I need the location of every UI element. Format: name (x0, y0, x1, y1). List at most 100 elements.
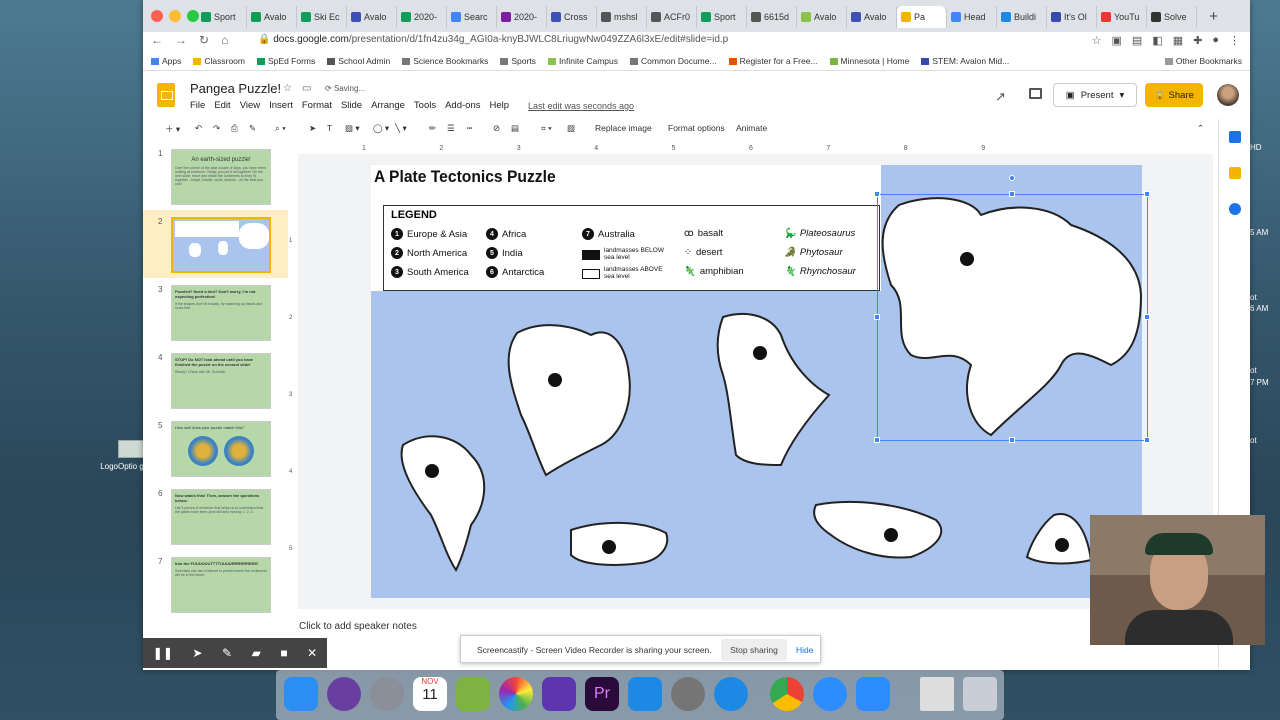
bookmark-item[interactable]: School Admin (327, 56, 390, 66)
resize-handle[interactable] (1144, 437, 1150, 443)
system-preferences-icon[interactable] (671, 677, 705, 711)
vertical-ruler[interactable]: 1 2 3 4 5 (289, 160, 297, 600)
resize-handle[interactable] (1009, 191, 1015, 197)
menu-item[interactable]: Arrange (371, 100, 405, 111)
doc-title[interactable]: Pangea Puzzle! (190, 81, 281, 96)
speaker-notes[interactable]: Click to add speaker notes (299, 621, 417, 632)
browser-tab[interactable]: Ski Ec (297, 6, 347, 28)
pen-icon[interactable]: ✎ (222, 646, 232, 660)
browser-tab[interactable]: mshsl (597, 6, 647, 28)
close-icon[interactable]: ✕ (307, 646, 317, 660)
home-icon[interactable]: ⌂ (221, 33, 228, 47)
slide-title[interactable]: A Plate Tectonics Puzzle (374, 167, 556, 187)
bookmark-item[interactable]: Register for a Free... (728, 56, 818, 66)
browser-tab[interactable]: 2020- (397, 6, 447, 28)
reload-icon[interactable]: ↻ (199, 33, 209, 47)
bookmark-item[interactable]: Infinite Campus (547, 56, 618, 66)
replace-image-button[interactable]: Replace image (595, 123, 652, 133)
border-dash-icon[interactable]: ┅ (467, 123, 472, 134)
browser-tab[interactable]: Buildi (997, 6, 1047, 28)
menu-item[interactable]: Slide (341, 100, 362, 111)
avatar[interactable] (1217, 84, 1239, 106)
slide-thumbnail[interactable]: Now watch this! Then, answer the questio… (171, 489, 271, 545)
line-icon[interactable]: ╲ ▾ (395, 123, 407, 134)
slide-thumbnail[interactable]: How well does your puzzle match this? (171, 421, 271, 477)
print-icon[interactable]: ⎙ (231, 123, 238, 134)
desktop-file-icon[interactable]: LogoOptio g (100, 440, 144, 472)
browser-tab[interactable]: Solve (1147, 6, 1197, 28)
slide-thumbnail[interactable]: An earth-sized puzzle! Over the course of… (171, 149, 271, 205)
pointer-icon[interactable]: ➤ (192, 646, 202, 660)
finder-icon[interactable] (284, 677, 318, 711)
trash-icon[interactable] (963, 677, 997, 711)
pause-icon[interactable]: ❚❚ (153, 646, 173, 660)
shape-icon[interactable]: ◯ ▾ (373, 123, 389, 134)
menu-item[interactable]: Help (489, 100, 509, 111)
siri-icon[interactable] (327, 677, 361, 711)
resize-handle[interactable] (874, 437, 880, 443)
menu-item[interactable]: Insert (269, 100, 293, 111)
extension-icon[interactable]: ▦ (1173, 34, 1183, 47)
present-button[interactable]: ▣ Present ▾ (1053, 83, 1137, 107)
slide-thumbnail[interactable]: Into the FUUUUUUTTTTUUUURRRRRREEE! Scient… (171, 557, 271, 613)
undo-icon[interactable]: ↶ (195, 123, 202, 134)
hide-button[interactable]: Hide (796, 645, 813, 655)
slide-thumbnail[interactable]: Puzzled? Need a hint? Don't worry, I'm n… (171, 285, 271, 341)
zoom-icon[interactable]: ⌕ ▾ (275, 123, 286, 134)
close-window-button[interactable] (151, 10, 163, 22)
textbox-icon[interactable]: T (327, 123, 332, 133)
menu-icon[interactable]: ⋮ (1229, 34, 1240, 47)
bookmark-item[interactable]: Sports (500, 56, 536, 66)
activity-icon[interactable]: ↗ (995, 89, 1006, 105)
slides-logo-icon[interactable] (157, 83, 175, 107)
stop-sharing-button[interactable]: Stop sharing (721, 639, 787, 661)
crop-icon[interactable]: ⌗ ▾ (541, 123, 552, 134)
keep-icon[interactable] (1229, 167, 1241, 179)
collapse-icon[interactable]: ⌃ (1197, 123, 1204, 134)
bookmark-item[interactable]: Science Bookmarks (402, 56, 488, 66)
menu-item[interactable]: View (240, 100, 260, 111)
highlighter-icon[interactable]: ▰ (252, 646, 261, 660)
browser-tab[interactable]: Avalo (797, 6, 847, 28)
menu-item[interactable]: Format (302, 100, 332, 111)
extension-icon[interactable]: ◧ (1152, 34, 1162, 47)
slide-thumbnail[interactable]: STOP! Do NOT look ahead until you have f… (171, 353, 271, 409)
browser-tab[interactable]: Searc (447, 6, 497, 28)
back-icon[interactable]: ← (151, 33, 163, 47)
bookmark-item[interactable]: Minnesota | Home (829, 56, 909, 66)
browser-tab[interactable]: Sport (197, 6, 247, 28)
comment-icon[interactable]: ▤ (511, 123, 519, 134)
menu-item[interactable]: Edit (214, 100, 230, 111)
bookmark-item[interactable]: Classroom (193, 56, 245, 66)
star-icon[interactable]: ☆ (283, 83, 292, 94)
browser-tab[interactable]: Avalo (347, 6, 397, 28)
resize-handle[interactable] (1144, 314, 1150, 320)
format-options-button[interactable]: Format options (668, 123, 725, 133)
last-edit-link[interactable]: Last edit was seconds ago (528, 101, 634, 111)
bookmark-item[interactable]: STEM: Avalon Mid... (921, 56, 1009, 66)
photos-icon[interactable] (499, 677, 533, 711)
legend[interactable]: LEGEND 1 Europe & Asia 2 North America 3 So… (383, 205, 880, 291)
animate-button[interactable]: Animate (736, 123, 767, 133)
resize-handle[interactable] (1144, 191, 1150, 197)
bookmark-item[interactable]: Common Docume... (630, 56, 717, 66)
menu-item[interactable]: Add-ons (445, 100, 480, 111)
select-icon[interactable]: ➤ (309, 123, 316, 134)
move-folder-icon[interactable]: ▭ (302, 83, 311, 94)
tasks-icon[interactable] (1229, 203, 1241, 215)
browser-tab[interactable]: Cross (547, 6, 597, 28)
comment-icon[interactable] (1029, 88, 1042, 99)
documents-stack-icon[interactable] (920, 677, 954, 711)
puzzle-icon[interactable]: ✚ (1193, 34, 1202, 47)
imovie-icon[interactable] (542, 677, 576, 711)
resize-handle[interactable] (874, 191, 880, 197)
bookmark-item[interactable]: Apps (151, 56, 181, 66)
browser-tab[interactable]: Pa (897, 6, 947, 28)
browser-tab[interactable]: It's Ol (1047, 6, 1097, 28)
chrome-icon[interactable] (770, 677, 804, 711)
extension-icon[interactable]: ▤ (1132, 34, 1142, 47)
star-icon[interactable]: ☆ (1092, 34, 1102, 47)
browser-tab[interactable]: Avalo (247, 6, 297, 28)
browser-tab[interactable]: Sport (697, 6, 747, 28)
border-color-icon[interactable]: ✏ (429, 123, 436, 134)
